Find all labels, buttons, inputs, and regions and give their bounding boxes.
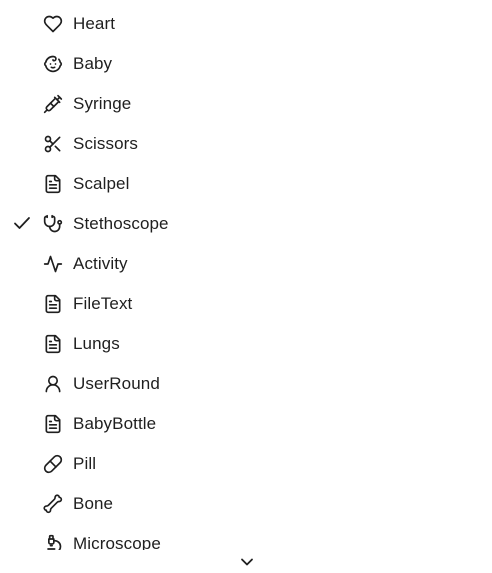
menu-item-scalpel[interactable]: Scalpel (0, 163, 492, 203)
file-text-icon (43, 334, 63, 354)
menu-item-baby[interactable]: Baby (0, 43, 492, 83)
user-round-icon (43, 374, 63, 394)
menu-item-label: FileText (73, 294, 133, 313)
menu-item-label: Lungs (73, 334, 120, 353)
menu-item-label: Scissors (73, 134, 139, 153)
bone-icon (43, 494, 63, 514)
menu-item-label: Scalpel (73, 174, 130, 193)
stethoscope-icon (43, 214, 63, 234)
menu-item-label: Microscope (73, 534, 161, 550)
check-icon (13, 216, 31, 230)
icon-select-menu: Heart Baby Syringe Scissors Scalpel Stet… (0, 0, 492, 550)
menu-item-pill[interactable]: Pill (0, 443, 492, 483)
pill-icon (43, 454, 63, 474)
menu-item-stethoscope[interactable]: Stethoscope (0, 203, 492, 243)
menu-item-activity[interactable]: Activity (0, 243, 492, 283)
menu-item-label: Baby (73, 54, 113, 73)
menu-item-label: UserRound (73, 374, 160, 393)
menu-item-babybottle[interactable]: BabyBottle (0, 403, 492, 443)
menu-item-label: Pill (73, 454, 97, 473)
menu-item-label: BabyBottle (73, 414, 157, 433)
file-text-icon (43, 294, 63, 314)
menu-item-label: Stethoscope (73, 214, 169, 233)
syringe-icon (43, 94, 63, 114)
menu-item-microscope[interactable]: Microscope (0, 523, 492, 550)
scissors-icon (43, 134, 63, 154)
menu-item-label: Activity (73, 254, 128, 273)
menu-item-heart[interactable]: Heart (0, 3, 492, 43)
menu-item-scissors[interactable]: Scissors (0, 123, 492, 163)
menu-item-label: Syringe (73, 94, 132, 113)
menu-item-bone[interactable]: Bone (0, 483, 492, 523)
activity-icon (43, 254, 63, 274)
file-text-icon (43, 174, 63, 194)
menu-item-syringe[interactable]: Syringe (0, 83, 492, 123)
heart-icon (43, 14, 63, 34)
baby-icon (43, 54, 63, 74)
menu-item-filetext[interactable]: FileText (0, 283, 492, 323)
menu-item-label: Bone (73, 494, 114, 513)
menu-item-lungs[interactable]: Lungs (0, 323, 492, 363)
microscope-icon (43, 534, 63, 550)
chevron-down-icon[interactable] (239, 556, 255, 568)
file-text-icon (43, 414, 63, 434)
menu-item-userround[interactable]: UserRound (0, 363, 492, 403)
menu-item-label: Heart (73, 14, 116, 33)
